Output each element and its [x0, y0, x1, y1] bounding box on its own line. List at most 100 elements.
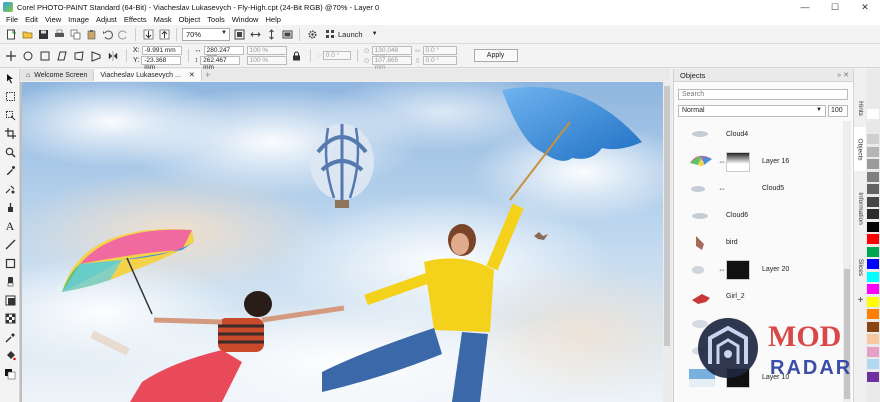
options-gear-icon[interactable]	[305, 27, 319, 41]
opacity-field[interactable]: 100	[828, 105, 848, 117]
menu-tools[interactable]: Tools	[207, 15, 232, 24]
tab-document[interactable]: Viacheslav Lukasevych ... ✕	[94, 69, 202, 81]
blend-mode-dropdown[interactable]: Normal ▼	[678, 105, 826, 117]
color-swatch[interactable]	[867, 321, 879, 332]
save-icon[interactable]	[36, 27, 50, 41]
zoom-height-icon[interactable]	[264, 27, 278, 41]
menu-adjust[interactable]: Adjust	[96, 15, 124, 24]
pick-tool-icon[interactable]	[0, 69, 20, 88]
color-swatch[interactable]	[867, 359, 879, 369]
layer-row[interactable]: bird	[674, 229, 842, 256]
skew-horizontal-field[interactable]: 0.0 °	[422, 46, 457, 55]
color-swatch[interactable]	[867, 121, 879, 132]
menu-image[interactable]: Image	[68, 15, 96, 24]
line-tool-icon[interactable]	[0, 236, 20, 255]
color-swatch[interactable]	[867, 146, 879, 157]
scale-width-field[interactable]: 100 %	[246, 46, 287, 55]
flip-object-icon[interactable]	[106, 49, 120, 63]
new-document-icon[interactable]	[4, 27, 18, 41]
color-swatch[interactable]	[867, 221, 879, 232]
import-icon[interactable]	[141, 27, 155, 41]
color-swatch[interactable]	[867, 209, 879, 219]
link-mask-icon[interactable]: ⇔	[718, 265, 726, 274]
scale-height-field[interactable]: 100 %	[246, 56, 287, 65]
menu-file[interactable]: File	[6, 15, 25, 24]
clone-tool-icon[interactable]	[0, 199, 20, 218]
center-y-field[interactable]: 107.865 mm	[371, 56, 412, 71]
minimize-button[interactable]: —	[790, 0, 820, 14]
menu-window[interactable]: Window	[232, 15, 266, 24]
layer-row[interactable]: ⇔ Layer 20	[674, 256, 842, 283]
layer-row[interactable]: Girl_2	[674, 283, 842, 310]
layer-row[interactable]: Cloud4	[674, 121, 842, 148]
image-canvas[interactable]	[22, 82, 663, 402]
color-swatch[interactable]	[867, 246, 879, 257]
move-object-icon[interactable]	[4, 49, 18, 63]
apply-button[interactable]: Apply	[473, 49, 518, 62]
color-swatch[interactable]	[867, 284, 879, 294]
layer-row[interactable]: ⇔ Layer 16	[674, 148, 842, 175]
color-swatch[interactable]	[867, 171, 879, 182]
text-tool-icon[interactable]: A	[0, 217, 20, 236]
x-position-field[interactable]: -9.991 mm	[141, 46, 182, 55]
transparency-tool-icon[interactable]	[0, 310, 20, 329]
undo-icon[interactable]	[100, 27, 114, 41]
menu-object[interactable]: Object	[179, 15, 208, 24]
export-icon[interactable]	[157, 27, 171, 41]
zoom-level-dropdown[interactable]: 70% ▼	[182, 27, 230, 41]
menu-effects[interactable]: Effects	[124, 15, 154, 24]
eraser-tool-icon[interactable]	[0, 273, 20, 292]
color-swatch[interactable]	[867, 159, 879, 169]
center-x-field[interactable]: 130.048 mm	[371, 46, 412, 61]
height-field[interactable]: 262.467 mm	[200, 56, 241, 71]
eyedropper-tool-icon[interactable]	[0, 162, 20, 181]
color-swatches-icon[interactable]	[0, 365, 20, 384]
zoom-width-icon[interactable]	[248, 27, 262, 41]
mask-rectangle-tool-icon[interactable]	[0, 88, 20, 107]
collapse-panel-icon[interactable]: » ✕	[837, 71, 849, 79]
tab-welcome-screen[interactable]: ⌂ Welcome Screen	[20, 69, 95, 81]
mask-transform-tool-icon[interactable]	[0, 106, 20, 125]
color-swatch[interactable]	[867, 134, 879, 144]
color-swatch[interactable]	[867, 184, 879, 194]
zoom-tool-icon[interactable]	[0, 143, 20, 162]
lock-ratio-icon[interactable]	[290, 49, 304, 63]
layer-row[interactable]: ⇔ Cloud5	[674, 175, 842, 202]
scale-object-icon[interactable]	[38, 49, 52, 63]
color-swatch[interactable]	[867, 334, 879, 344]
open-folder-icon[interactable]	[20, 27, 34, 41]
width-field[interactable]: 280.247 mm	[203, 46, 244, 61]
color-swatch[interactable]	[867, 271, 879, 282]
color-swatch[interactable]	[867, 296, 879, 307]
color-swatch[interactable]	[867, 346, 879, 357]
color-swatch[interactable]	[867, 234, 879, 244]
layer-row[interactable]: Cloud6	[674, 202, 842, 229]
rotation-field[interactable]: 0.0 °	[322, 51, 351, 60]
link-mask-icon[interactable]: ⇔	[718, 157, 726, 166]
color-swatch[interactable]	[867, 109, 879, 119]
menu-mask[interactable]: Mask	[154, 15, 179, 24]
paste-icon[interactable]	[84, 27, 98, 41]
color-swatch[interactable]	[867, 196, 879, 207]
skew-object-icon[interactable]	[55, 49, 69, 63]
rotate-object-icon[interactable]	[21, 49, 35, 63]
distort-object-icon[interactable]	[72, 49, 86, 63]
objects-search-input[interactable]: Search	[678, 89, 848, 100]
red-eye-tool-icon[interactable]	[0, 180, 20, 199]
copy-icon[interactable]	[68, 27, 82, 41]
effect-tool-icon[interactable]	[0, 291, 20, 310]
menu-edit[interactable]: Edit	[25, 15, 45, 24]
color-swatch[interactable]	[867, 309, 879, 319]
color-swatch[interactable]	[867, 259, 879, 269]
menu-help[interactable]: Help	[265, 15, 287, 24]
y-position-field[interactable]: -23.368 mm	[141, 56, 182, 71]
launch-button[interactable]: Launch ▼	[325, 29, 378, 39]
redo-icon[interactable]	[116, 27, 130, 41]
zoom-fit-icon[interactable]	[232, 27, 246, 41]
perspective-object-icon[interactable]	[89, 49, 103, 63]
add-tab-button[interactable]: +	[202, 69, 214, 81]
close-button[interactable]: ✕	[850, 0, 880, 14]
fill-tool-icon[interactable]	[0, 347, 20, 366]
color-eyedropper-icon[interactable]	[0, 328, 20, 347]
menu-view[interactable]: View	[45, 15, 68, 24]
